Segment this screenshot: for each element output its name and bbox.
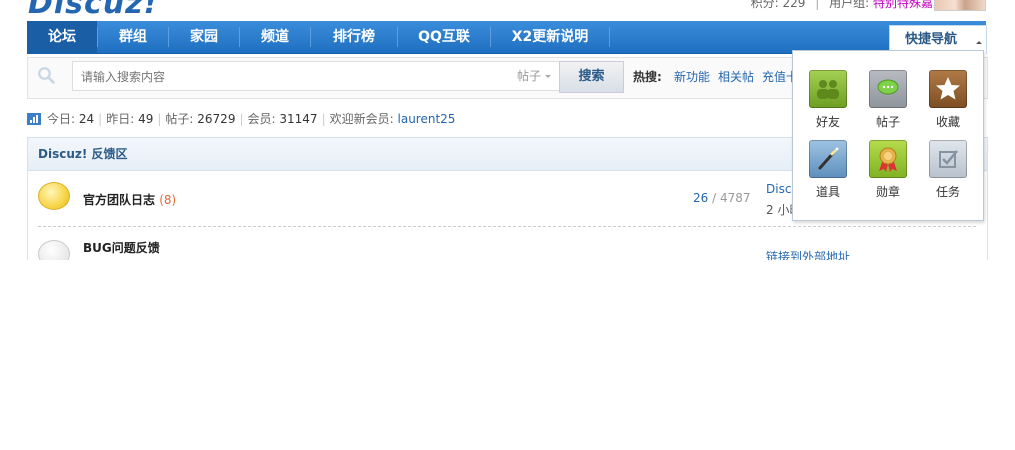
quick-nav-friends[interactable]: 好友 — [803, 70, 853, 130]
nav-item-home[interactable]: 家园 — [169, 21, 239, 53]
hot-search-label: 热搜: — [633, 70, 662, 84]
forum-row-title[interactable]: 官方团队日志 (8) — [83, 191, 176, 208]
newest-member-link[interactable]: laurent25 — [398, 112, 456, 126]
quick-nav-label: 收藏 — [935, 115, 960, 129]
search-input-wrapper: 帖子 — [72, 61, 562, 92]
nav-item-ranking[interactable]: 排行榜 — [311, 21, 397, 53]
stats-today-label: 今日: — [47, 112, 76, 126]
stats-yesterday-value: 49 — [138, 112, 154, 126]
friends-icon — [809, 70, 847, 108]
quick-nav-label: 勋章 — [875, 185, 900, 199]
magic-wand-icon — [809, 140, 847, 178]
forum-today-count: (8) — [159, 193, 177, 207]
quick-nav-tasks[interactable]: 任务 — [923, 140, 973, 200]
usergroup-label: 用户组: — [829, 0, 870, 10]
forum-new-posts-icon — [38, 182, 70, 210]
forum-thread-count: 26 — [693, 191, 709, 205]
forum-stats: 今日: 24 | 昨日: 49 | 帖子: 26729 | 会员: 31147 | 欢迎新会员:… — [27, 110, 455, 128]
user-info: 积分: 229 | 用户组: 特别特殊嘉宾 — [751, 0, 945, 11]
quick-nav-props[interactable]: 道具 — [803, 140, 853, 200]
quick-nav-panel: 好友 帖子 收藏 道具 勋章 任务 — [792, 50, 984, 221]
forum-row-title[interactable]: BUG问题反馈 — [83, 239, 160, 256]
quick-nav-favorites[interactable]: 收藏 — [923, 70, 973, 130]
site-logo[interactable]: Discuz! — [28, 0, 158, 21]
forum-thread-post-count: 26 / 4787 — [693, 191, 751, 205]
nav-item-qq-connect[interactable]: QQ互联 — [398, 21, 490, 53]
nav-divider — [609, 27, 610, 47]
quick-nav-label: 道具 — [815, 185, 840, 199]
forum-section-title[interactable]: Discuz! 反馈区 — [38, 138, 128, 170]
stats-members-value: 31147 — [279, 112, 318, 126]
forum-name-text[interactable]: 官方团队日志 — [83, 193, 155, 207]
quick-nav-label: 帖子 — [875, 115, 900, 129]
search-type-select[interactable]: 帖子 — [517, 62, 541, 90]
forum-no-new-posts-icon — [38, 240, 70, 260]
stats-today-value: 24 — [78, 112, 95, 126]
points-text[interactable]: 积分: 229 — [751, 0, 806, 10]
stats-posts-label: 帖子: — [165, 112, 194, 126]
speech-bubble-icon — [869, 70, 907, 108]
quick-nav-label: 任务 — [935, 185, 960, 199]
avatar[interactable] — [934, 0, 986, 11]
stats-welcome-label: 欢迎新会员: — [329, 112, 394, 126]
quick-nav-label: 好友 — [815, 115, 840, 129]
checkbox-icon — [929, 140, 967, 178]
stats-yesterday-label: 昨日: — [106, 112, 135, 126]
stats-members-label: 会员: — [247, 112, 276, 126]
quick-nav-medals[interactable]: 勋章 — [863, 140, 913, 200]
medal-icon — [869, 140, 907, 178]
quick-nav-posts[interactable]: 帖子 — [863, 70, 913, 130]
star-icon — [929, 70, 967, 108]
chevron-down-icon[interactable] — [545, 75, 551, 81]
search-icon — [38, 67, 55, 84]
nav-item-channel[interactable]: 频道 — [240, 21, 310, 53]
search-input[interactable] — [79, 62, 503, 92]
row-divider — [38, 226, 976, 227]
bar-chart-icon — [27, 113, 41, 125]
nav-item-x2-notes[interactable]: X2更新说明 — [491, 21, 609, 53]
forum-post-count: 4787 — [719, 191, 751, 205]
hot-search-link[interactable]: 新功能 — [674, 68, 710, 85]
forum-external-link[interactable]: 链接到外部地址 — [766, 248, 850, 260]
nav-item-forum[interactable]: 论坛 — [27, 21, 97, 53]
search-button[interactable]: 搜索 — [559, 61, 624, 93]
stats-posts-value: 26729 — [197, 112, 236, 126]
hot-search-link[interactable]: 相关帖 — [718, 68, 754, 85]
nav-item-groups[interactable]: 群组 — [98, 21, 168, 53]
